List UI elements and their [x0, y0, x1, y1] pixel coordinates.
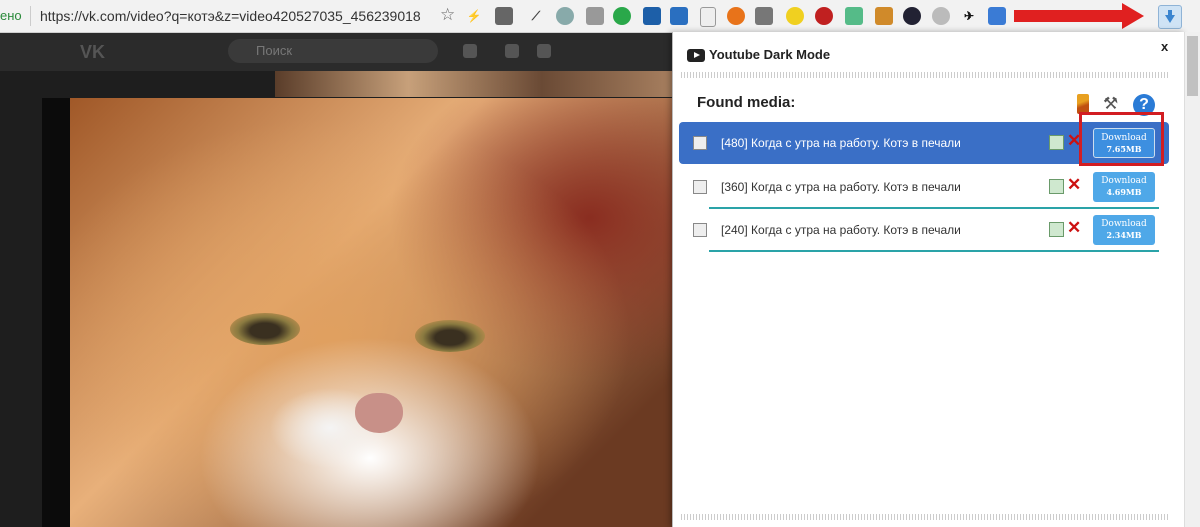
page-scrollbar[interactable] — [1184, 32, 1200, 527]
play-icon[interactable] — [537, 44, 551, 58]
extension-icon[interactable] — [903, 7, 921, 25]
copy-icon[interactable] — [1049, 135, 1064, 150]
cat-eye — [415, 320, 485, 352]
vk-logo[interactable]: VK — [80, 42, 105, 63]
media-item-label: [480] Когда с утра на работу. Котэ в печ… — [721, 136, 961, 150]
copy-icon[interactable] — [1049, 222, 1064, 237]
popup-title: Youtube Dark Mode — [709, 47, 831, 62]
bell-icon[interactable] — [463, 44, 477, 58]
secure-label: ено — [0, 8, 22, 23]
highlight-box — [1079, 112, 1164, 166]
translate-icon[interactable] — [988, 7, 1006, 25]
extension-icon[interactable] — [727, 7, 745, 25]
delete-icon[interactable]: ✕ — [1067, 218, 1081, 238]
found-media-heading: Found media: — [697, 94, 796, 111]
extension-icon[interactable] — [932, 7, 950, 25]
media-item-label: [360] Когда с утра на работу. Котэ в печ… — [721, 180, 961, 194]
youtube-icon — [687, 49, 705, 62]
video-frame — [70, 98, 682, 527]
divider — [681, 72, 1169, 78]
media-item[interactable]: [240] Когда с утра на работу. Котэ в печ… — [679, 209, 1169, 252]
file-icon — [693, 223, 707, 237]
video-thumbnails[interactable] — [275, 71, 675, 97]
tools-icon[interactable]: ⚒ — [1103, 94, 1123, 114]
extension-icon[interactable] — [613, 7, 631, 25]
eyedropper-icon[interactable]: ⟋ — [527, 7, 545, 25]
media-item[interactable]: [360] Когда с утра на работу. Котэ в печ… — [679, 166, 1169, 209]
file-icon — [693, 136, 707, 150]
download-extension-icon[interactable] — [1158, 5, 1182, 29]
file-icon — [693, 180, 707, 194]
extension-icon[interactable] — [586, 7, 604, 25]
file-size: 2.34MB — [1106, 230, 1142, 240]
chart-icon[interactable] — [845, 7, 863, 25]
download-label: Download — [1101, 176, 1147, 186]
search-input[interactable]: Поиск — [228, 39, 438, 63]
divider — [30, 6, 31, 26]
divider — [681, 514, 1169, 520]
trello-icon[interactable] — [670, 7, 688, 25]
lightning-icon[interactable]: ⚡ — [465, 7, 483, 25]
extension-icon[interactable] — [755, 7, 773, 25]
scrollbar-thumb[interactable] — [1187, 36, 1198, 96]
browser-toolbar: ено https://vk.com/video?q=котэ&z=video4… — [0, 0, 1200, 33]
bookmark-star-icon[interactable]: ☆ — [440, 5, 455, 25]
download-button[interactable]: Download 2.34MB — [1093, 215, 1155, 245]
brush-icon[interactable] — [1077, 94, 1089, 114]
camera-icon[interactable] — [495, 7, 513, 25]
extension-icon[interactable]: ✈ — [960, 7, 978, 25]
address-bar[interactable]: https://vk.com/video?q=котэ&z=video42052… — [40, 8, 421, 24]
media-item-label: [240] Когда с утра на работу. Котэ в печ… — [721, 223, 961, 237]
extension-popup: Youtube Dark Mode x Found media: ⚒ ? [48… — [672, 32, 1185, 527]
annotation-arrow — [1014, 3, 1144, 29]
extension-icon[interactable] — [556, 7, 574, 25]
copy-icon[interactable] — [1049, 179, 1064, 194]
download-button[interactable]: Download 4.69MB — [1093, 172, 1155, 202]
popup-scrollbar[interactable] — [1167, 76, 1181, 506]
music-icon[interactable] — [505, 44, 519, 58]
extension-icon[interactable] — [815, 7, 833, 25]
file-size: 4.69MB — [1106, 187, 1142, 197]
extension-icon[interactable] — [643, 7, 661, 25]
divider — [709, 250, 1159, 252]
bookmark-icon[interactable] — [700, 7, 716, 27]
download-label: Download — [1101, 219, 1147, 229]
extension-icon[interactable] — [875, 7, 893, 25]
close-button[interactable]: x — [1161, 39, 1168, 54]
cat-nose — [355, 393, 403, 433]
delete-icon[interactable]: ✕ — [1067, 175, 1081, 195]
bulb-icon[interactable] — [786, 7, 804, 25]
cat-eye — [230, 313, 300, 345]
